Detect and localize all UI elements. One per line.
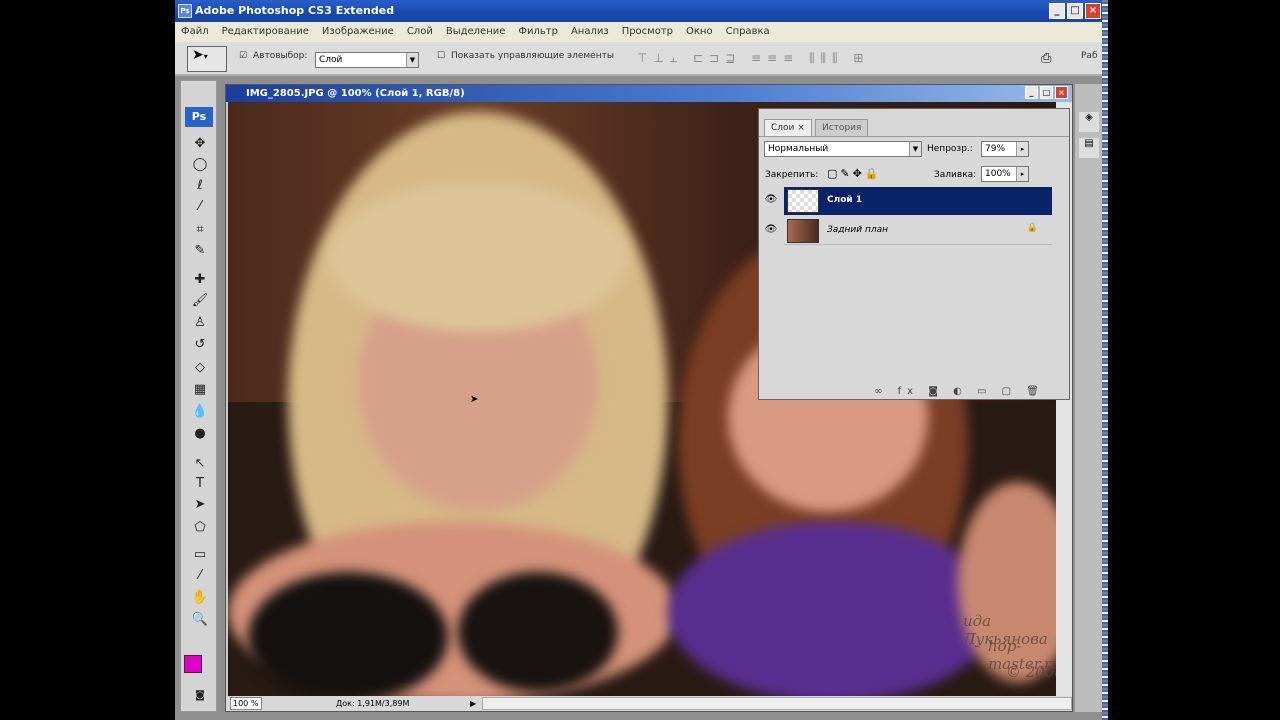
lock-label: Закрепить:	[765, 170, 819, 180]
fill-field[interactable]: 100% ▸	[981, 166, 1029, 182]
slice-tool-icon[interactable]: ✎	[190, 242, 210, 260]
history-brush-icon[interactable]: ↺	[190, 336, 210, 354]
doc-maximize-button[interactable]: □	[1040, 86, 1053, 99]
menu-filter[interactable]: Фильтр	[518, 22, 558, 42]
doc-minimize-button[interactable]: _	[1025, 86, 1038, 99]
video-artifact	[1102, 0, 1108, 720]
layer-name: Слой 1	[827, 195, 863, 205]
status-bar: 100 % Док: 1,91M/3,89M ▶	[226, 696, 1072, 711]
menu-help[interactable]: Справка	[726, 22, 770, 42]
menu-file[interactable]: Файл	[181, 22, 209, 42]
options-bar: ➤▾ ☑ Автовыбор: Слой ▼ ☐ Показать управля…	[175, 42, 1105, 76]
toolbox: Ps ✥ ◯ ℓ ⁄ ⌗ ✎ ✚ 🖌 ♙ ↺ ◇ ▦ 💧 ● ↖ T ➤ ⬠ ▭…	[180, 80, 217, 712]
eye-icon[interactable]: 👁	[763, 224, 779, 240]
brush-tool-icon[interactable]: 🖌	[190, 292, 210, 310]
panel-footer-buttons[interactable]: ∞ fx ◙ ◐ ▭ ▢ 🗑	[874, 386, 1045, 397]
align-buttons[interactable]: ⊤⊥⫠ ⊏⊐⊒ ≡≡≡ ⫼⫼⫼ ⊞	[637, 51, 869, 66]
show-controls-label: Показать управляющие элементы	[451, 51, 614, 61]
move-tool-icon[interactable]: ✥	[190, 135, 210, 153]
foreground-color-swatch[interactable]	[184, 655, 202, 673]
type-tool-icon[interactable]: T	[190, 475, 210, 493]
marquee-tool-icon[interactable]: ◯	[190, 156, 210, 174]
doc-size-info: Док: 1,91M/3,89M	[336, 699, 410, 708]
blur-tool-icon[interactable]: 💧	[190, 403, 210, 421]
maximize-button[interactable]: □	[1067, 3, 1083, 19]
menu-layer[interactable]: Слой	[407, 22, 433, 42]
menu-window[interactable]: Окно	[686, 22, 713, 42]
chevron-down-icon: ▼	[406, 53, 418, 67]
magic-wand-icon[interactable]: ⁄	[190, 198, 210, 216]
notes-tool-icon[interactable]: ▭	[190, 546, 210, 564]
close-button[interactable]: ×	[1085, 3, 1101, 19]
menu-image[interactable]: Изображение	[322, 22, 394, 42]
workspace-button[interactable]: Раб	[1081, 51, 1098, 61]
cursor-icon: ➤	[470, 394, 479, 405]
layer-name: Задний план	[827, 225, 888, 235]
photoshop-window: Ps Adobe Photoshop CS3 Extended _ □ × Файл…	[175, 0, 1105, 720]
status-menu-arrow[interactable]: ▶	[470, 696, 476, 711]
menu-select[interactable]: Выделение	[446, 22, 506, 42]
tab-layers[interactable]: Слои ×	[764, 119, 812, 136]
tool-preset-picker[interactable]: ➤▾	[187, 46, 227, 72]
menu-bar: Файл Редактирование Изображение Слой Выд…	[175, 22, 1105, 42]
hand-tool-icon[interactable]: ✋	[190, 589, 210, 607]
opacity-field[interactable]: 79% ▸	[981, 141, 1029, 157]
dock-icon[interactable]: ▤	[1079, 138, 1099, 158]
path-selection-icon[interactable]: ↖	[190, 455, 210, 473]
healing-brush-icon[interactable]: ✚	[190, 271, 210, 289]
lock-icons[interactable]: ▢✎✥🔒	[827, 167, 882, 180]
document-title: IMG_2805.JPG @ 100% (Слой 1, RGB/8)	[246, 88, 465, 99]
horizontal-scrollbar[interactable]	[482, 697, 1072, 710]
app-icon: Ps	[178, 4, 192, 18]
fill-label: Заливка:	[934, 170, 977, 180]
layers-panel: Слои × История Нормальный ▼ Непрозр.: 79%…	[758, 108, 1070, 400]
app-title: Adobe Photoshop CS3 Extended	[195, 4, 395, 17]
gradient-tool-icon[interactable]: ▦	[190, 381, 210, 399]
zoom-tool-icon[interactable]: 🔍	[190, 611, 210, 629]
layer-row-2[interactable]: Задний план 🔒	[784, 217, 1052, 245]
panel-dock: ◈ ▤	[1075, 84, 1103, 712]
workspace-icon[interactable]: ⎙	[1041, 51, 1051, 66]
quick-mask-icon[interactable]: ◙	[190, 687, 210, 705]
doc-close-button[interactable]: ×	[1055, 86, 1068, 99]
blend-mode-dropdown[interactable]: Нормальный ▼	[764, 141, 922, 157]
auto-select-value: Слой	[319, 55, 343, 65]
auto-select-checkbox[interactable]: ☑	[239, 51, 247, 61]
clone-stamp-icon[interactable]: ♙	[190, 314, 210, 332]
dock-icon[interactable]: ◈	[1079, 112, 1099, 132]
lasso-tool-icon[interactable]: ℓ	[190, 177, 210, 195]
auto-select-dropdown[interactable]: Слой ▼	[315, 52, 419, 68]
eyedropper-icon[interactable]: ⁄	[190, 567, 210, 585]
menu-edit[interactable]: Редактирование	[222, 22, 309, 42]
layer-row-1[interactable]: Слой 1	[784, 187, 1052, 215]
zoom-field[interactable]: 100 %	[230, 697, 262, 710]
dodge-tool-icon[interactable]: ●	[190, 425, 210, 443]
auto-select-label: Автовыбор:	[253, 51, 308, 61]
direct-selection-icon[interactable]: ➤	[190, 496, 210, 514]
menu-view[interactable]: Просмотр	[622, 22, 673, 42]
tab-history[interactable]: История	[815, 119, 869, 136]
document-title-bar[interactable]: IMG_2805.JPG @ 100% (Слой 1, RGB/8) _ □ ×	[226, 85, 1072, 102]
opacity-label: Непрозр.:	[927, 144, 973, 154]
show-controls-checkbox[interactable]: ☐	[437, 51, 445, 61]
minimize-button[interactable]: _	[1049, 3, 1065, 19]
crop-tool-icon[interactable]: ⌗	[190, 221, 210, 239]
ps-logo: Ps	[185, 107, 213, 127]
title-bar: Ps Adobe Photoshop CS3 Extended _ □ ×	[175, 0, 1105, 22]
eraser-tool-icon[interactable]: ◇	[190, 359, 210, 377]
eye-icon[interactable]: 👁	[763, 194, 779, 210]
lock-icon: 🔒	[1026, 223, 1038, 233]
menu-analysis[interactable]: Анализ	[571, 22, 609, 42]
shape-tool-icon[interactable]: ⬠	[190, 519, 210, 537]
